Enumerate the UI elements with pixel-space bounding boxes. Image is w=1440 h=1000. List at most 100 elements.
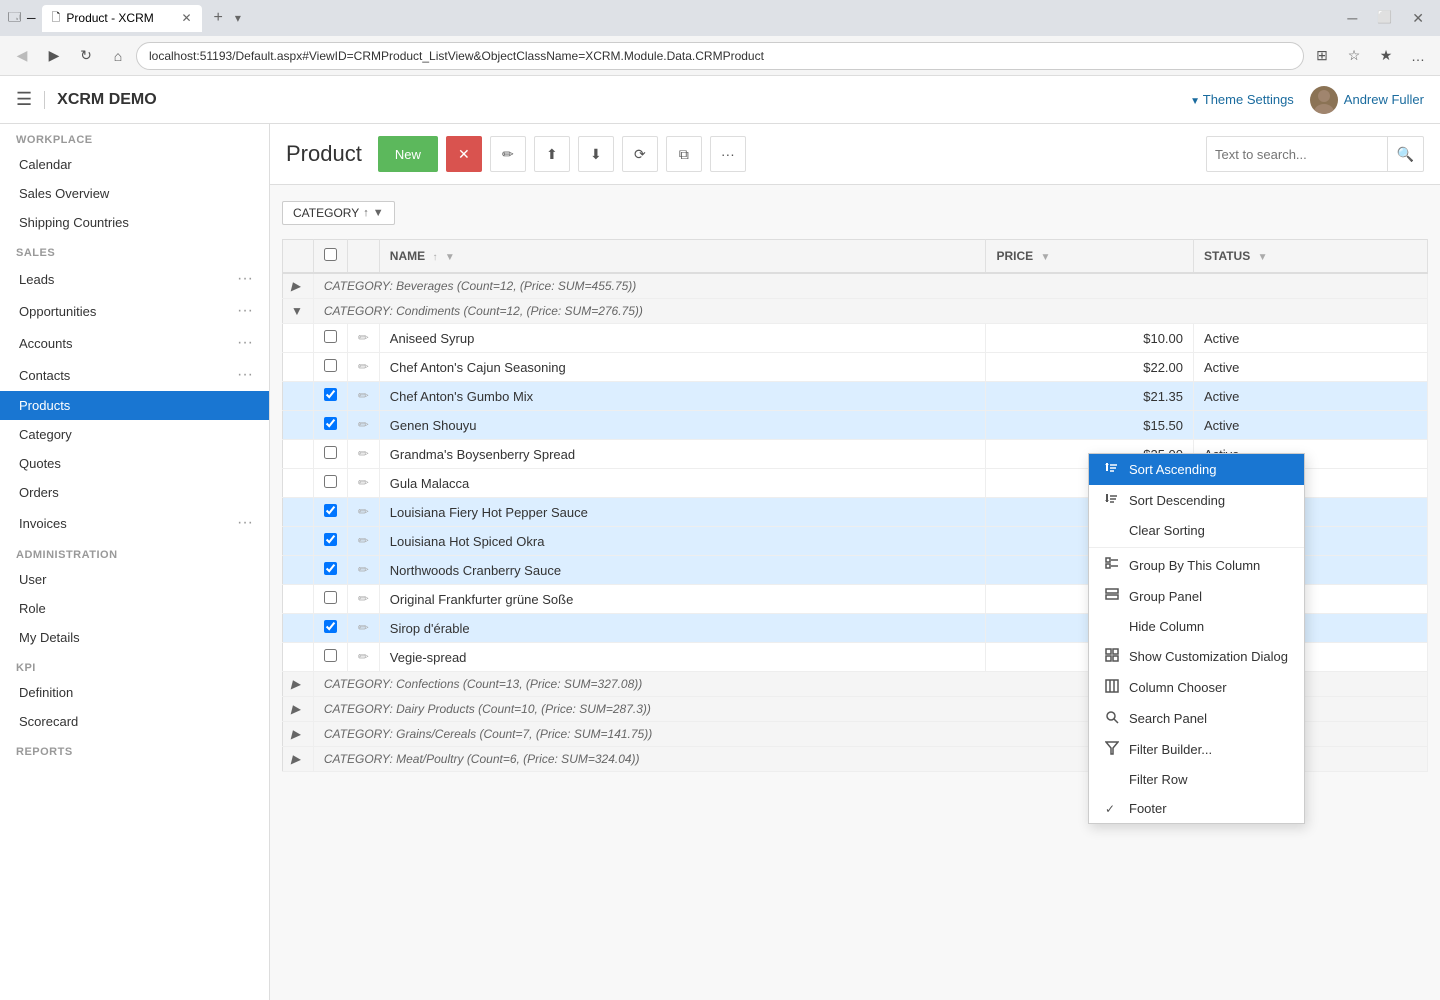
search-input[interactable] bbox=[1207, 147, 1387, 162]
context-menu-footer[interactable]: ✓ Footer bbox=[1089, 794, 1304, 823]
select-all-checkbox[interactable] bbox=[324, 248, 337, 261]
row-checkbox[interactable] bbox=[324, 388, 337, 401]
down-btn[interactable]: ⬇ bbox=[578, 136, 614, 172]
row-checkbox-cell[interactable] bbox=[313, 556, 347, 585]
row-edit-icon[interactable]: ✏ bbox=[358, 388, 369, 403]
row-checkbox[interactable] bbox=[324, 591, 337, 604]
back-btn[interactable]: ◀ bbox=[8, 42, 36, 70]
sidebar-toggle-btn[interactable]: ⊞ bbox=[1308, 42, 1336, 70]
up-btn[interactable]: ⬆ bbox=[534, 136, 570, 172]
table-group-row[interactable]: ▼ CATEGORY: Condiments (Count=12, (Price… bbox=[283, 299, 1428, 324]
browser-more-btn[interactable]: … bbox=[1404, 42, 1432, 70]
row-edit-icon[interactable]: ✏ bbox=[358, 504, 369, 519]
context-menu-filter-builder[interactable]: Filter Builder... bbox=[1089, 734, 1304, 765]
row-checkbox[interactable] bbox=[324, 475, 337, 488]
row-checkbox[interactable] bbox=[324, 562, 337, 575]
expand-right-icon[interactable]: ▶ bbox=[291, 752, 300, 766]
window-minimize-btn[interactable]: ─ bbox=[1339, 10, 1365, 27]
collections-btn[interactable]: ★ bbox=[1372, 42, 1400, 70]
row-checkbox-cell[interactable] bbox=[313, 643, 347, 672]
table-group-row[interactable]: ▶ CATEGORY: Beverages (Count=12, (Price:… bbox=[283, 273, 1428, 299]
home-btn[interactable]: ⌂ bbox=[104, 42, 132, 70]
opportunities-more-btn[interactable]: ··· bbox=[237, 302, 253, 320]
sidebar-item-my-details[interactable]: My Details bbox=[0, 623, 269, 652]
price-col-header[interactable]: PRICE ▼ bbox=[986, 240, 1194, 274]
row-checkbox-cell[interactable] bbox=[313, 469, 347, 498]
sidebar-item-shipping-countries[interactable]: Shipping Countries bbox=[0, 208, 269, 237]
sidebar-item-definition[interactable]: Definition bbox=[0, 678, 269, 707]
row-checkbox-cell[interactable] bbox=[313, 382, 347, 411]
window-close-btn[interactable]: ✕ bbox=[1404, 10, 1432, 27]
sidebar-item-sales-overview[interactable]: Sales Overview bbox=[0, 179, 269, 208]
expand-right-icon[interactable]: ▶ bbox=[291, 727, 300, 741]
row-edit-icon[interactable]: ✏ bbox=[358, 330, 369, 345]
expand-down-icon[interactable]: ▼ bbox=[291, 304, 303, 318]
row-edit-icon[interactable]: ✏ bbox=[358, 620, 369, 635]
theme-settings-link[interactable]: Theme Settings bbox=[1190, 92, 1294, 107]
row-edit-cell[interactable]: ✏ bbox=[347, 324, 379, 353]
row-edit-cell[interactable]: ✏ bbox=[347, 527, 379, 556]
sidebar-item-user[interactable]: User bbox=[0, 565, 269, 594]
row-checkbox-cell[interactable] bbox=[313, 498, 347, 527]
row-checkbox-cell[interactable] bbox=[313, 585, 347, 614]
row-edit-cell[interactable]: ✏ bbox=[347, 353, 379, 382]
expand-right-icon[interactable]: ▶ bbox=[291, 677, 300, 691]
context-menu-sort-asc[interactable]: Sort Ascending bbox=[1089, 454, 1304, 485]
context-menu-clear-sort[interactable]: Clear Sorting bbox=[1089, 516, 1304, 545]
browser-tab[interactable]: 🗋 Product - XCRM ✕ bbox=[42, 5, 202, 32]
leads-more-btn[interactable]: ··· bbox=[237, 270, 253, 288]
row-edit-cell[interactable]: ✏ bbox=[347, 585, 379, 614]
row-edit-icon[interactable]: ✏ bbox=[358, 359, 369, 374]
context-menu-filter-row[interactable]: Filter Row bbox=[1089, 765, 1304, 794]
row-edit-icon[interactable]: ✏ bbox=[358, 475, 369, 490]
row-edit-cell[interactable]: ✏ bbox=[347, 469, 379, 498]
context-menu-show-customization[interactable]: Show Customization Dialog bbox=[1089, 641, 1304, 672]
category-filter-tag[interactable]: CATEGORY ↑ ▼ bbox=[282, 201, 395, 225]
new-btn[interactable]: New bbox=[378, 136, 438, 172]
row-checkbox-cell[interactable] bbox=[313, 353, 347, 382]
row-edit-cell[interactable]: ✏ bbox=[347, 440, 379, 469]
status-col-header[interactable]: STATUS ▼ bbox=[1194, 240, 1428, 274]
row-edit-cell[interactable]: ✏ bbox=[347, 614, 379, 643]
row-checkbox[interactable] bbox=[324, 417, 337, 430]
context-menu-hide-col[interactable]: Hide Column bbox=[1089, 612, 1304, 641]
sidebar-item-orders[interactable]: Orders bbox=[0, 478, 269, 507]
row-edit-icon[interactable]: ✏ bbox=[358, 562, 369, 577]
context-menu-sort-desc[interactable]: Sort Descending bbox=[1089, 485, 1304, 516]
row-edit-icon[interactable]: ✏ bbox=[358, 533, 369, 548]
more-actions-btn[interactable]: ··· bbox=[710, 136, 746, 172]
row-checkbox[interactable] bbox=[324, 446, 337, 459]
row-checkbox-cell[interactable] bbox=[313, 411, 347, 440]
new-tab-btn[interactable]: + bbox=[208, 9, 229, 27]
row-edit-cell[interactable]: ✏ bbox=[347, 411, 379, 440]
sidebar-item-role[interactable]: Role bbox=[0, 594, 269, 623]
sidebar-item-category[interactable]: Category bbox=[0, 420, 269, 449]
forward-btn[interactable]: ▶ bbox=[40, 42, 68, 70]
search-btn[interactable]: 🔍 bbox=[1387, 137, 1423, 171]
row-checkbox-cell[interactable] bbox=[313, 614, 347, 643]
sidebar-item-calendar[interactable]: Calendar bbox=[0, 150, 269, 179]
context-menu-group-by[interactable]: Group By This Column bbox=[1089, 550, 1304, 581]
tab-dropdown-btn[interactable]: ▾ bbox=[235, 11, 241, 25]
row-checkbox[interactable] bbox=[324, 649, 337, 662]
row-edit-icon[interactable]: ✏ bbox=[358, 591, 369, 606]
user-info[interactable]: Andrew Fuller bbox=[1310, 86, 1424, 114]
sidebar-item-products[interactable]: Products bbox=[0, 391, 269, 420]
row-checkbox-cell[interactable] bbox=[313, 527, 347, 556]
row-edit-cell[interactable]: ✏ bbox=[347, 382, 379, 411]
sidebar-item-opportunities[interactable]: Opportunities ··· bbox=[0, 295, 269, 327]
context-menu-search-panel[interactable]: Search Panel bbox=[1089, 703, 1304, 734]
row-edit-cell[interactable]: ✏ bbox=[347, 556, 379, 585]
row-checkbox[interactable] bbox=[324, 359, 337, 372]
row-checkbox[interactable] bbox=[324, 533, 337, 546]
row-checkbox[interactable] bbox=[324, 504, 337, 517]
sidebar-item-contacts[interactable]: Contacts ··· bbox=[0, 359, 269, 391]
name-col-header[interactable]: NAME ↑ ▼ bbox=[379, 240, 986, 274]
expand-right-icon[interactable]: ▶ bbox=[291, 279, 300, 293]
sidebar-item-accounts[interactable]: Accounts ··· bbox=[0, 327, 269, 359]
tab-close-btn[interactable]: ✕ bbox=[181, 11, 191, 25]
row-edit-icon[interactable]: ✏ bbox=[358, 446, 369, 461]
accounts-more-btn[interactable]: ··· bbox=[237, 334, 253, 352]
refresh-btn[interactable]: ↻ bbox=[72, 42, 100, 70]
row-checkbox-cell[interactable] bbox=[313, 324, 347, 353]
